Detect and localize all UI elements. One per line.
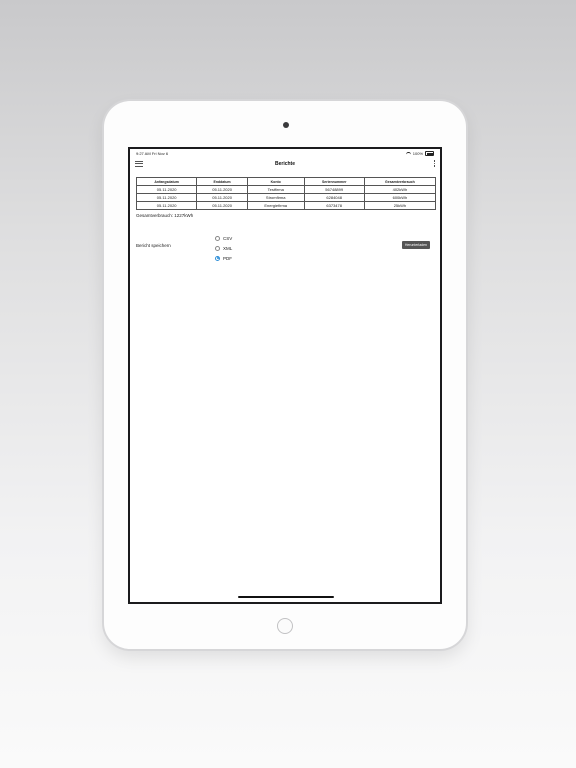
home-indicator[interactable] [238, 596, 334, 598]
table-cell: 05.11.2020 [196, 193, 248, 202]
download-button[interactable]: Herunterladen [401, 241, 430, 249]
table-cell: 05.11.2020 [135, 193, 198, 202]
radio-label: PDF [223, 255, 232, 261]
total-consumption: Gesamtverbrauch: 1227kWh [136, 213, 193, 218]
vertical-dots-icon[interactable] [433, 160, 436, 169]
status-indicators: 100% [405, 151, 434, 156]
table-header-cell: Anfangsdatum [135, 177, 198, 186]
radio-label: XML [223, 245, 233, 251]
table-header-cell: Seriennummer [303, 177, 365, 186]
table-header-cell: Enddatum [196, 177, 248, 186]
table-header-cell: Gesamtverbrauch [363, 177, 437, 186]
table-cell: 56748899 [303, 185, 365, 194]
table-cell: Testfirma [246, 185, 305, 194]
status-time-date: 9:27 AM Fri Nov 6 [136, 151, 168, 156]
table-row: 05.11.2020 05.11.2020 Energiefirma 63734… [135, 201, 437, 210]
app-screen: 9:27 AM Fri Nov 6 100% Berichte Anfangsd… [128, 147, 442, 604]
table-header-row: Anfangsdatum Enddatum Konto Seriennummer… [135, 177, 437, 186]
table-header-cell: Konto [246, 177, 305, 186]
table-cell: 402kWh [363, 185, 437, 194]
radio-circle-checked-icon[interactable] [215, 255, 220, 261]
table-cell: 6284048 [303, 193, 365, 202]
battery-icon [425, 151, 434, 156]
radio-circle-icon[interactable] [215, 245, 220, 251]
table-cell: 6373478 [303, 201, 365, 210]
table-cell: Energiefirma [246, 201, 305, 210]
radio-option-csv[interactable]: CSV [215, 233, 232, 243]
radio-option-pdf[interactable]: PDF [215, 253, 232, 263]
nav-bar: Berichte [130, 158, 440, 171]
format-radio-group: CSV XML PDF [215, 233, 232, 263]
save-report-label: Bericht speichern [136, 243, 171, 248]
page-title: Berichte [274, 161, 295, 167]
table-cell: Stromfirma [246, 193, 305, 202]
table-cell: 05.11.2020 [196, 201, 248, 210]
wifi-icon [405, 151, 411, 156]
table-cell: 05.11.2020 [135, 201, 198, 210]
status-bar: 9:27 AM Fri Nov 6 100% [130, 149, 440, 158]
table-row: 05.11.2020 05.11.2020 Testfirma 56748899… [135, 185, 437, 194]
table-cell: 05.11.2020 [135, 185, 198, 194]
table-cell: 05.11.2020 [196, 185, 248, 194]
total-value: 1227kWh [174, 213, 194, 218]
total-label: Gesamtverbrauch: [136, 213, 174, 218]
radio-option-xml[interactable]: XML [215, 243, 232, 253]
home-button[interactable] [277, 618, 293, 634]
table-cell: 25kWh [363, 201, 437, 210]
table-row: 05.11.2020 05.11.2020 Stromfirma 6284048… [135, 193, 437, 202]
camera-icon [283, 122, 289, 128]
status-date: Fri Nov 6 [151, 151, 169, 156]
status-time: 9:27 AM [136, 151, 151, 156]
table-cell: 600kWh [363, 193, 437, 202]
battery-percent: 100% [412, 151, 423, 156]
radio-label: CSV [223, 235, 233, 241]
report-table: Anfangsdatum Enddatum Konto Seriennummer… [135, 177, 437, 210]
radio-circle-icon[interactable] [215, 235, 220, 241]
